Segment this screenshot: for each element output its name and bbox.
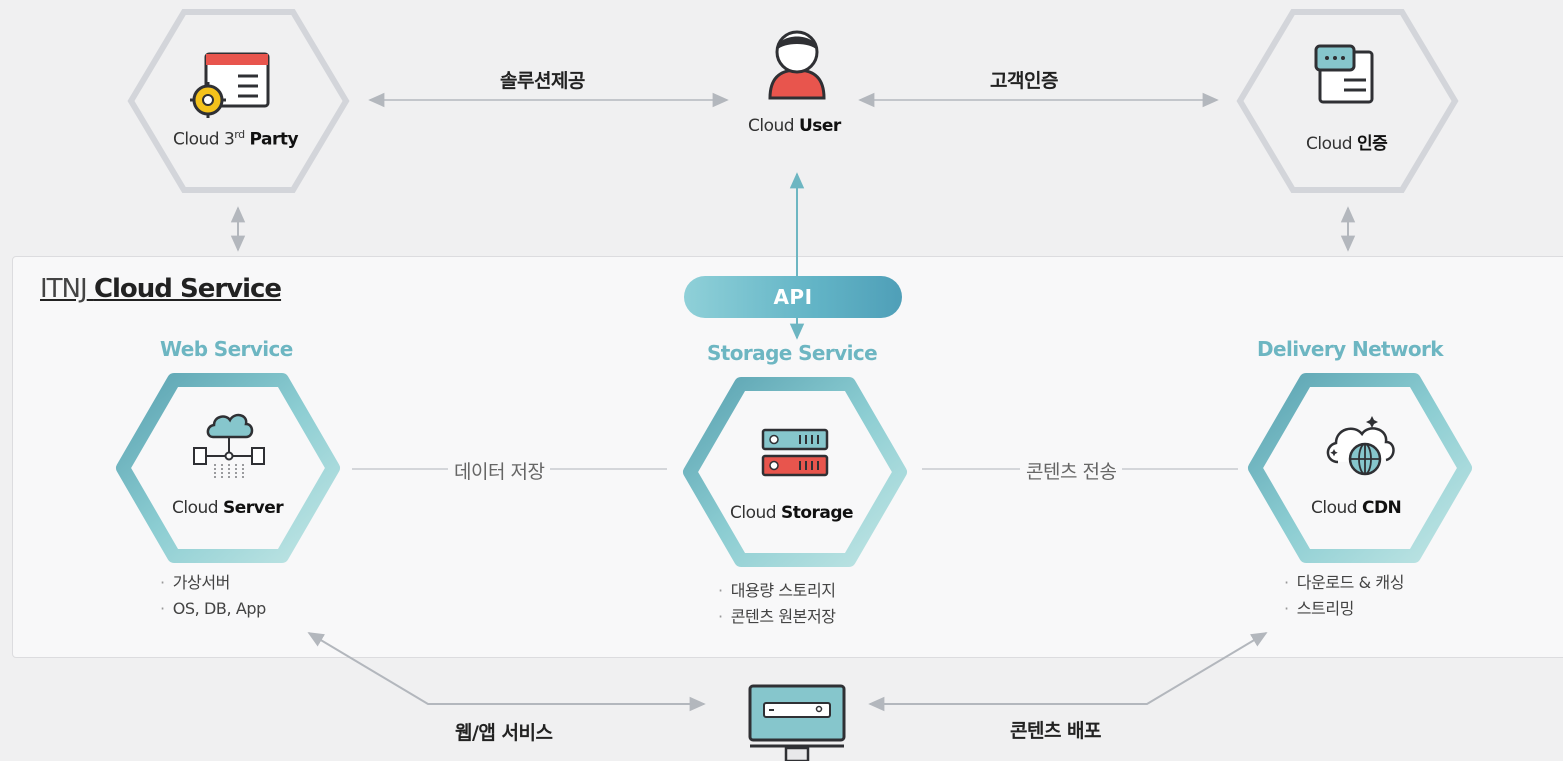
bullets-web: 가상서버 OS, DB, App bbox=[160, 570, 267, 622]
storage-server-icon bbox=[761, 428, 829, 477]
edge-label-content-dist: 콘텐츠 배포 bbox=[1010, 720, 1102, 742]
edge-label-data-store: 데이터 저장 bbox=[448, 457, 551, 484]
chat-document-icon bbox=[1314, 44, 1374, 104]
hexagon-web-service bbox=[116, 373, 340, 563]
service-title-web: Web Service bbox=[160, 337, 293, 361]
bullet-item: 대용량 스토리지 bbox=[718, 578, 836, 604]
bullet-item: 가상서버 bbox=[160, 570, 266, 596]
panel-title: ITNJ Cloud Service bbox=[40, 274, 282, 304]
api-pill: API bbox=[684, 276, 902, 318]
edge-label-content-transfer: 콘텐츠 전송 bbox=[1020, 457, 1123, 484]
bullet-item: 스트리밍 bbox=[1284, 596, 1404, 622]
gear-window-icon bbox=[190, 52, 270, 118]
cloud-globe-icon bbox=[1326, 416, 1395, 476]
edge-label-customer-auth: 고객인증 bbox=[990, 70, 1058, 92]
arrow-content-dist bbox=[868, 632, 1268, 712]
node-auth-label: Cloud 인증 bbox=[1306, 134, 1388, 154]
bullet-item: 다운로드 & 캐싱 bbox=[1284, 570, 1405, 596]
cloud-server-icon bbox=[193, 413, 265, 480]
user-icon bbox=[768, 30, 826, 100]
bullets-delivery: 다운로드 & 캐싱 스트리밍 bbox=[1284, 570, 1405, 622]
node-server-label: Cloud Server bbox=[172, 498, 284, 518]
node-storage-label: Cloud Storage bbox=[730, 503, 854, 523]
node-cdn-label: Cloud CDN bbox=[1311, 498, 1402, 518]
node-user-label: Cloud User bbox=[748, 116, 841, 136]
bullet-item: 콘텐츠 원본저장 bbox=[718, 604, 836, 630]
edge-label-solution: 솔루션제공 bbox=[500, 70, 585, 92]
monitor-icon bbox=[748, 684, 846, 761]
edge-label-web-app: 웹/앱 서비스 bbox=[455, 722, 553, 744]
node-third-party-label: Cloud 3rd Party bbox=[173, 128, 299, 150]
bullet-item: OS, DB, App bbox=[160, 596, 267, 622]
diagram-overlay bbox=[116, 9, 1472, 761]
service-title-storage: Storage Service bbox=[707, 341, 878, 365]
bullets-storage: 대용량 스토리지 콘텐츠 원본저장 bbox=[718, 578, 836, 630]
arrow-web-app bbox=[307, 632, 706, 712]
service-title-delivery: Delivery Network bbox=[1257, 337, 1444, 361]
